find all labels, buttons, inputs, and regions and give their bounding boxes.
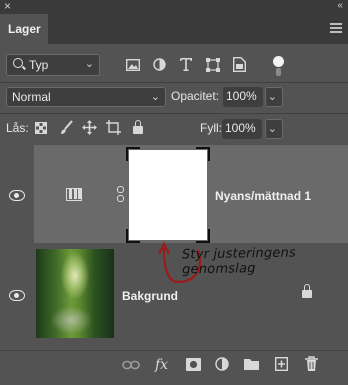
eye-icon[interactable] — [9, 190, 25, 201]
blend-mode-value: Normal — [12, 90, 51, 104]
panel-top-bar: × ‹‹ — [0, 0, 348, 14]
mask-link-icon[interactable] — [117, 186, 124, 202]
tab-layers-label: Lager — [8, 22, 41, 36]
toggle-knob — [273, 56, 284, 67]
fill-label: Fyll: — [200, 121, 222, 135]
divider — [0, 82, 348, 83]
layer-kind-filter-select[interactable]: Typ ⌄ — [6, 54, 100, 76]
delete-layer-icon[interactable] — [305, 356, 318, 371]
fill-input[interactable]: 100% — [222, 119, 262, 139]
lock-image-pixels-icon[interactable] — [60, 120, 74, 135]
layer-kind-filter-value: Typ — [29, 58, 49, 72]
shape-filter-icon[interactable] — [206, 58, 220, 72]
divider — [0, 113, 348, 114]
tab-layers[interactable]: Lager — [0, 14, 48, 44]
lock-all-icon[interactable] — [133, 120, 143, 134]
lock-artboard-icon[interactable] — [106, 120, 121, 135]
link-layers-icon[interactable] — [122, 360, 140, 370]
chevron-down-icon: ⌄ — [267, 123, 277, 135]
layers-bottom-toolbar — [0, 350, 348, 385]
add-mask-icon[interactable] — [186, 358, 201, 371]
smart-object-filter-icon[interactable] — [233, 57, 246, 72]
annotation-text: Styr justeringens genomslag — [181, 245, 297, 278]
lock-transparent-pixels-icon[interactable] — [35, 122, 47, 134]
collapse-icon[interactable]: ‹‹ — [337, 0, 343, 11]
layer-name[interactable]: Bakgrund — [122, 289, 178, 303]
fill-dropdown-button[interactable]: ⌄ — [265, 119, 283, 139]
image-filter-icon[interactable] — [126, 59, 140, 71]
hue-saturation-adjustment-icon — [66, 188, 82, 201]
fill-value: 100% — [225, 121, 256, 135]
layer-thumbnail[interactable] — [36, 249, 114, 338]
chevron-down-icon: ⌄ — [150, 91, 160, 103]
opacity-dropdown-button[interactable]: ⌄ — [265, 87, 283, 107]
close-icon[interactable]: × — [4, 0, 11, 13]
opacity-input[interactable]: 100% — [223, 87, 263, 107]
filter-toggle[interactable] — [272, 56, 286, 78]
new-adjustment-icon[interactable] — [215, 357, 229, 371]
chevron-down-icon: ⌄ — [84, 58, 94, 70]
adjustment-filter-icon[interactable] — [153, 58, 166, 71]
eye-icon[interactable] — [9, 290, 25, 301]
panel-tab-bar: Lager — [0, 14, 348, 44]
opacity-label: Opacitet: — [171, 89, 220, 103]
layer-name[interactable]: Nyans/mättnad 1 — [215, 189, 311, 203]
fx-icon[interactable]: fx — [155, 357, 168, 373]
hamburger-icon[interactable] — [330, 23, 342, 35]
opacity-value: 100% — [226, 89, 257, 103]
lock-label: Lås: — [6, 121, 29, 135]
new-layer-icon[interactable] — [275, 357, 288, 371]
type-filter-icon[interactable] — [180, 58, 192, 71]
toggle-stem — [276, 68, 281, 76]
lock-icon[interactable] — [302, 284, 312, 298]
chevron-down-icon: ⌄ — [267, 91, 277, 103]
lock-position-icon[interactable] — [82, 120, 97, 135]
blend-mode-select[interactable]: Normal ⌄ — [6, 87, 166, 107]
layer-mask-selection-frame — [126, 147, 210, 243]
new-group-icon[interactable] — [244, 358, 259, 370]
search-icon — [13, 58, 23, 68]
